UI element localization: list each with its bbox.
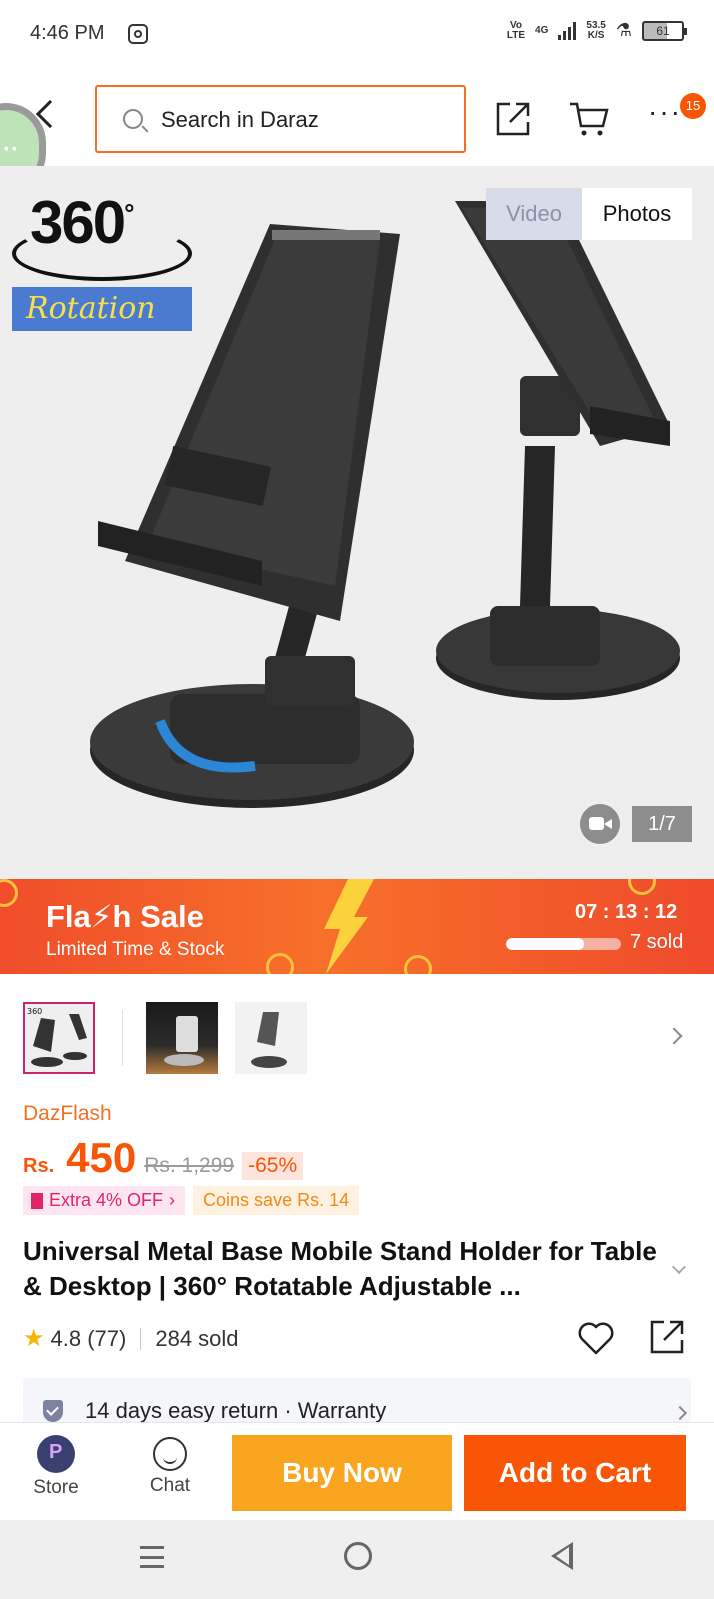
chevron-right-icon: › bbox=[169, 1190, 176, 1210]
product-page: 4:46 PM Vo LTE 4G 53.5 K/S ⚗ 61 ·· Searc… bbox=[0, 0, 714, 1599]
extra-off-voucher[interactable]: Extra 4% OFF › bbox=[23, 1186, 186, 1215]
buy-now-button[interactable]: Buy Now bbox=[232, 1435, 452, 1511]
clock-decoration-icon bbox=[404, 955, 432, 974]
tab-photos[interactable]: Photos bbox=[582, 188, 692, 240]
thumbnail-1[interactable]: 360 bbox=[23, 1002, 95, 1074]
star-icon: ★ bbox=[23, 1325, 45, 1352]
chat-label: Chat bbox=[149, 1475, 191, 1496]
product-title: Universal Metal Base Mobile Stand Holder… bbox=[23, 1236, 657, 1301]
flash-sold-count: 7 sold bbox=[630, 931, 684, 953]
share-icon[interactable] bbox=[494, 100, 532, 138]
volte-indicator: Vo LTE bbox=[506, 19, 526, 41]
countdown-timer: 07 : 13 : 12 bbox=[575, 901, 678, 923]
status-time: 4:46 PM bbox=[30, 22, 105, 44]
flash-sale-banner[interactable]: Fla⚡h Sale Limited Time & Stock 07 : 13 … bbox=[0, 879, 714, 974]
clock-decoration-icon bbox=[0, 879, 18, 907]
chat-icon bbox=[153, 1437, 187, 1471]
store-button[interactable]: Store bbox=[20, 1431, 92, 1511]
thumbnail-strip: 360 bbox=[0, 974, 714, 1092]
thumbnail-divider bbox=[122, 1010, 123, 1066]
video-camera-icon[interactable] bbox=[580, 804, 620, 844]
rating-value: 4.8 (77) bbox=[50, 1325, 127, 1351]
thumbnail-3[interactable] bbox=[235, 1002, 307, 1074]
system-nav-bar bbox=[0, 1520, 714, 1599]
home-icon[interactable] bbox=[344, 1542, 372, 1570]
status-indicators: Vo LTE 4G 53.5 K/S ⚗ 61 bbox=[506, 19, 687, 41]
coins-save-badge[interactable]: Coins save Rs. 14 bbox=[193, 1186, 360, 1215]
rating-row[interactable]: ★ 4.8 (77) 284 sold bbox=[23, 1324, 239, 1353]
dazflash-label: DazFlash bbox=[23, 1102, 112, 1125]
shield-icon bbox=[43, 1400, 63, 1422]
rating-divider bbox=[140, 1327, 142, 1350]
product-info: DazFlash Rs. 450 Rs. 1,299 -65% Extra 4%… bbox=[0, 1092, 714, 1432]
flask-icon: ⚗ bbox=[615, 20, 632, 40]
status-bar: 4:46 PM Vo LTE 4G 53.5 K/S ⚗ 61 bbox=[0, 0, 714, 66]
back-nav-icon[interactable] bbox=[551, 1542, 573, 1570]
search-input[interactable]: Search in Daraz bbox=[95, 85, 466, 153]
store-label: Store bbox=[33, 1477, 79, 1498]
search-icon bbox=[123, 109, 143, 129]
extra-off-label: Extra 4% OFF bbox=[49, 1190, 164, 1210]
voucher-icon bbox=[31, 1192, 43, 1209]
signal-icon bbox=[558, 21, 577, 40]
chevron-right-icon[interactable] bbox=[665, 1027, 683, 1045]
lightning-bolt-icon bbox=[324, 879, 374, 974]
price-row: Rs. 450 Rs. 1,299 -65% bbox=[23, 1134, 304, 1182]
flash-sale-subtitle: Limited Time & Stock bbox=[46, 939, 225, 960]
instagram-icon bbox=[128, 24, 148, 44]
svg-text:360: 360 bbox=[27, 1007, 42, 1016]
sold-progress-bar bbox=[506, 938, 621, 950]
more-options-icon[interactable]: ··· bbox=[648, 96, 682, 128]
promo-row: Extra 4% OFF › Coins save Rs. 14 bbox=[23, 1186, 360, 1215]
store-avatar bbox=[37, 1435, 75, 1473]
service-text: 14 days easy return · Warranty bbox=[85, 1398, 387, 1423]
product-image-gallery[interactable]: 360° Rotation Video Photos 1/7 bbox=[0, 166, 714, 879]
badge-rotation: Rotation bbox=[12, 287, 192, 331]
share-icon[interactable] bbox=[648, 1318, 686, 1356]
tab-video[interactable]: Video bbox=[486, 188, 582, 240]
flash-sale-title: Fla⚡h Sale bbox=[46, 899, 204, 934]
cart-icon[interactable] bbox=[568, 100, 610, 138]
battery-icon: 61 bbox=[642, 20, 687, 41]
thumbnail-2[interactable] bbox=[146, 1002, 218, 1074]
chevron-right-icon bbox=[672, 1405, 688, 1421]
chevron-down-icon[interactable] bbox=[671, 1259, 687, 1275]
add-to-cart-button[interactable]: Add to Cart bbox=[464, 1435, 686, 1511]
image-counter: 1/7 bbox=[632, 806, 692, 842]
discount-badge: -65% bbox=[242, 1152, 304, 1180]
network-speed: 53.5 K/S bbox=[586, 19, 606, 41]
search-placeholder: Search in Daraz bbox=[161, 107, 319, 132]
signal-label: 4G bbox=[535, 24, 549, 36]
notification-badge: 15 bbox=[680, 93, 706, 119]
clock-decoration-icon bbox=[266, 953, 294, 974]
chat-button[interactable]: Chat bbox=[134, 1431, 206, 1511]
price-value: 450 bbox=[66, 1134, 137, 1181]
sold-progress-fill bbox=[506, 938, 585, 950]
clock-decoration-icon bbox=[628, 879, 656, 895]
media-toggle: Video Photos bbox=[486, 188, 692, 240]
top-header: ·· Search in Daraz ··· 15 bbox=[0, 66, 714, 193]
original-price: Rs. 1,299 bbox=[144, 1154, 235, 1177]
price-currency: Rs. bbox=[23, 1155, 55, 1177]
bottom-action-bar: Store Chat Buy Now Add to Cart bbox=[0, 1422, 714, 1520]
recent-apps-icon[interactable] bbox=[140, 1546, 164, 1568]
sold-count: 284 sold bbox=[155, 1325, 239, 1351]
heart-icon[interactable] bbox=[576, 1318, 616, 1358]
badge-360: 360° bbox=[30, 189, 135, 256]
